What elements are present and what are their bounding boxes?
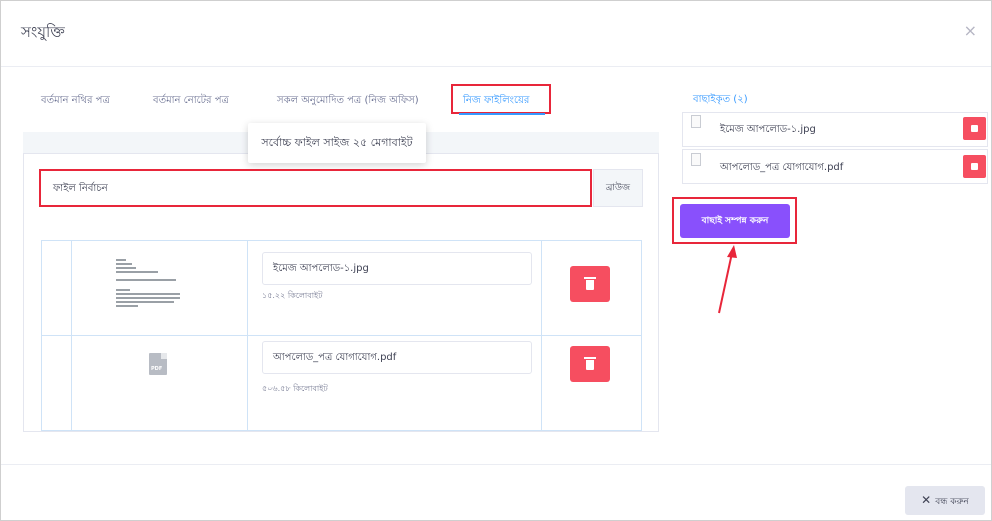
- remove-selected-button[interactable]: [963, 155, 986, 178]
- remove-selected-button[interactable]: [963, 117, 986, 140]
- selected-file-name: ইমেজ আপলোড-১.jpg: [720, 124, 816, 135]
- tab-own-files[interactable]: নিজ ফাইলিংয়ের: [463, 93, 529, 110]
- tab-current-file-letters[interactable]: বর্তমান নথির পত্র: [41, 93, 110, 110]
- file-name-input[interactable]: ইমেজ আপলোড-১.jpg: [262, 252, 532, 285]
- file-size: ৫০৬.৫৮ কিলোবাইট: [262, 384, 328, 393]
- file-icon: [691, 153, 701, 166]
- confirm-selection-button[interactable]: বাছাই সম্পন্ন করুন: [680, 204, 790, 238]
- table-row-divider: [41, 335, 642, 336]
- delete-file-button[interactable]: [570, 346, 610, 382]
- active-tab-underline: [459, 113, 545, 115]
- trash-icon: [584, 277, 596, 290]
- footer-divider: [1, 464, 991, 465]
- modal-title: সংযুক্তি: [21, 23, 65, 41]
- file-icon: [691, 115, 701, 128]
- tab-all-approved-letters[interactable]: সকল অনুমোদিত পত্র (নিজ অফিস): [277, 93, 419, 110]
- close-x-icon: ✕: [921, 493, 932, 507]
- file-size: ১৫.২২ কিলোবাইট: [262, 291, 323, 300]
- trash-icon: [584, 357, 596, 370]
- modal-header: সংযুক্তি ×: [1, 1, 991, 67]
- attachment-modal: সংযুক্তি × বর্তমান নথির পত্র বর্তমান নোট…: [0, 0, 992, 521]
- close-icon[interactable]: ×: [964, 21, 977, 40]
- file-name-input[interactable]: আপলোড_পত্র যোগাযোগ.pdf: [262, 341, 532, 374]
- close-button-label: বন্ধ করুন: [935, 497, 969, 507]
- browse-button[interactable]: ব্রাউজ: [593, 169, 643, 207]
- pdf-icon: PDF: [149, 353, 167, 375]
- close-button[interactable]: ✕ বন্ধ করুন: [905, 486, 985, 515]
- annotation-arrow-icon: [718, 245, 737, 314]
- file-select-label: ফাইল নির্বাচন: [53, 183, 108, 194]
- file-select-input[interactable]: [39, 169, 592, 207]
- document-preview-thumbnail[interactable]: [114, 256, 182, 318]
- max-size-tooltip: সর্বোচ্চ ফাইল সাইজ ২৫ মেগাবাইট: [248, 123, 426, 163]
- selected-files-title: বাছাইকৃত (২): [693, 94, 748, 105]
- delete-file-button[interactable]: [570, 266, 610, 302]
- tab-current-note-letters[interactable]: বর্তমান নোটের পত্র: [153, 93, 229, 110]
- selected-file-name: আপলোড_পত্র যোগাযোগ.pdf: [720, 162, 844, 173]
